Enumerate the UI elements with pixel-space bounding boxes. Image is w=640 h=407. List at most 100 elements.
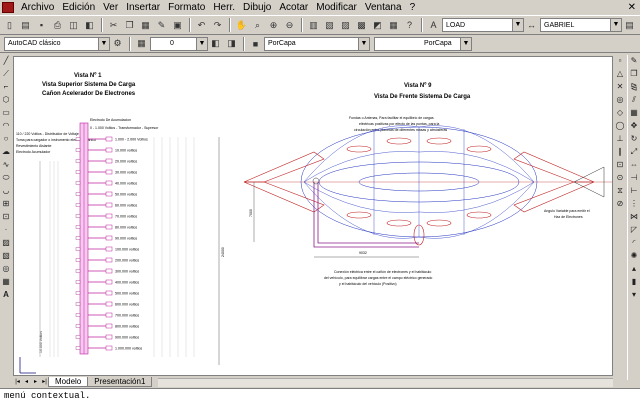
snap-midpoint-icon[interactable]: △ [615,68,626,80]
menu-ver[interactable]: Ver [99,0,122,15]
menu-dibujo[interactable]: Dibujo [239,0,275,15]
menu-help[interactable]: ? [406,0,420,15]
color-swatch-icon[interactable]: ■ [248,36,263,51]
layer-select[interactable]: 0 ▼ [150,36,208,51]
snap-node-icon[interactable]: ⊙ [615,172,626,184]
undo-icon[interactable]: ↶ [194,18,209,33]
line-icon[interactable]: ╱ [1,55,12,67]
snap-none-icon[interactable]: ⊘ [615,198,626,210]
join-icon[interactable]: ⋈ [628,211,640,223]
ellipse-arc-icon[interactable]: ◡ [1,185,12,197]
trim-icon[interactable]: ⊣ [628,172,640,184]
match-properties-icon[interactable]: ✎ [154,18,169,33]
markup-icon[interactable]: ◩ [370,18,385,33]
workspace-settings-icon[interactable]: ⚙ [110,36,125,51]
extend-icon[interactable]: ⊢ [628,185,640,197]
tab-next-icon[interactable]: ▸ [31,378,40,387]
menu-insertar[interactable]: Insertar [122,0,164,15]
revision-cloud-icon[interactable]: ☁ [1,146,12,158]
snap-center-icon[interactable]: ◎ [615,94,626,106]
autocad-logo-icon[interactable] [2,2,14,13]
menu-modificar[interactable]: Modificar [312,0,361,15]
snap-endpoint-icon[interactable]: ▫ [615,55,626,67]
snap-perpendicular-icon[interactable]: ⊥ [615,133,626,145]
mirror-icon[interactable]: ⧎ [628,81,640,93]
block-editor-icon[interactable]: ▣ [170,18,185,33]
calculator-icon[interactable]: ▦ [386,18,401,33]
construction-line-icon[interactable]: ⟋ [1,68,12,80]
fillet-icon[interactable]: ◜ [628,237,640,249]
help-icon[interactable]: ? [402,18,417,33]
arc-icon[interactable]: ◠ [1,120,12,132]
linetype-select[interactable]: PorCapa ▼ [374,36,472,51]
menu-formato[interactable]: Formato [164,0,209,15]
tab-prev-icon[interactable]: ◂ [22,378,31,387]
snap-quadrant-icon[interactable]: ◇ [615,107,626,119]
stretch-icon[interactable]: ⇔ [628,159,640,171]
horizontal-scrollbar[interactable] [158,378,613,387]
new-file-icon[interactable]: ▯ [2,18,17,33]
make-block-icon[interactable]: ⊡ [1,211,12,223]
publish-icon[interactable]: ◧ [82,18,97,33]
command-line[interactable]: menú contextual. [0,388,640,407]
print-icon[interactable]: ⎙ [50,18,65,33]
circle-icon[interactable]: ○ [1,133,12,145]
table-style-icon[interactable]: ▤ [622,18,637,33]
preview-icon[interactable]: ◫ [66,18,81,33]
menu-ventana[interactable]: Ventana [361,0,406,15]
tab-first-icon[interactable]: |◂ [13,378,22,387]
scroll-down-icon[interactable]: ▾ [628,289,640,301]
layer-previous-icon[interactable]: ◨ [224,36,239,51]
rotate-icon[interactable]: ↻ [628,133,640,145]
region-icon[interactable]: ◎ [1,263,12,275]
color-select[interactable]: PorCapa ▼ [264,36,370,51]
hatch-icon[interactable]: ▨ [1,237,12,249]
menu-edicion[interactable]: Edición [58,0,99,15]
gradient-icon[interactable]: ▧ [1,250,12,262]
layer-manager-icon[interactable]: ▦ [134,36,149,51]
drawing-canvas[interactable]: Vista Nº 1 Vista Superior Sistema De Car… [13,56,613,376]
menu-herr[interactable]: Herr. [209,0,239,15]
menu-archivo[interactable]: Archivo [17,0,58,15]
text-style-icon[interactable]: A [426,18,441,33]
zoom-previous-icon[interactable]: ⊖ [282,18,297,33]
open-folder-icon[interactable]: ▤ [18,18,33,33]
redo-icon[interactable]: ↷ [210,18,225,33]
zoom-window-icon[interactable]: ⊕ [266,18,281,33]
close-icon[interactable]: ✕ [628,2,636,13]
copy-icon[interactable]: ❐ [122,18,137,33]
polygon-icon[interactable]: ⬡ [1,94,12,106]
explode-icon[interactable]: ✺ [628,250,640,262]
scroll-up-icon[interactable]: ▴ [628,263,640,275]
pan-icon[interactable]: ✋ [234,18,249,33]
workspace-select[interactable]: AutoCAD clásico ▼ [4,36,110,51]
menu-acotar[interactable]: Acotar [275,0,312,15]
insert-block-icon[interactable]: ⊞ [1,198,12,210]
save-icon[interactable]: ▪ [34,18,49,33]
rectangle-icon[interactable]: ▭ [1,107,12,119]
cut-icon[interactable]: ✂ [106,18,121,33]
polyline-icon[interactable]: ⌐ [1,81,12,93]
ellipse-icon[interactable]: ⬭ [1,172,12,184]
paste-icon[interactable]: ▦ [138,18,153,33]
sheet-set-icon[interactable]: ▩ [354,18,369,33]
make-current-layer-icon[interactable]: ◧ [208,36,223,51]
copy-object-icon[interactable]: ❐ [628,68,640,80]
design-center-icon[interactable]: ▧ [322,18,337,33]
text-style-select[interactable]: LOAD ▼ [442,18,524,32]
dim-style-icon[interactable]: ↔ [524,18,539,33]
chamfer-icon[interactable]: ◸ [628,224,640,236]
tool-palettes-icon[interactable]: ▨ [338,18,353,33]
spline-icon[interactable]: ∿ [1,159,12,171]
snap-insert-icon[interactable]: ⊡ [615,159,626,171]
snap-parallel-icon[interactable]: ∥ [615,146,626,158]
break-icon[interactable]: ⋮ [628,198,640,210]
tab-presentacion1[interactable]: Presentación1 [87,377,153,387]
dim-style-select[interactable]: GABRIEL ▼ [540,18,622,32]
tab-modelo[interactable]: Modelo [48,377,89,387]
scale-icon[interactable]: ⤢ [628,146,640,158]
offset-icon[interactable]: ⫽ [628,94,640,106]
properties-icon[interactable]: ▥ [306,18,321,33]
zoom-realtime-icon[interactable]: ⌕ [250,18,265,33]
table-icon[interactable]: ▦ [1,276,12,288]
